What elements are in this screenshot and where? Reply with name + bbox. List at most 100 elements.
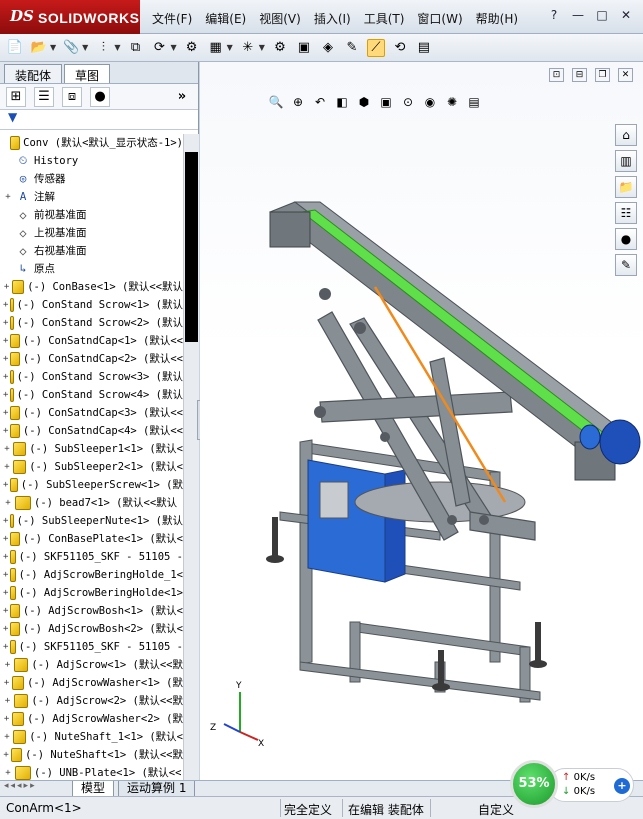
feature-manager-icon[interactable]: ⊞ [6,86,26,107]
menu-insert[interactable]: 插入(I) [314,10,351,27]
menu-edit[interactable]: 编辑(E) [205,10,246,27]
graphics-area[interactable]: Y X Z ⊡ ⊟ ❐ ✕ 🔍 ⊕ ↶ ◧ ⬢ ▣ ⊙ ◉ ✺ ▤ ⌂ ▥ 📁 … [200,62,643,780]
smart-fastener-icon[interactable]: ⚙ [183,39,201,57]
configuration-manager-icon[interactable]: ⧈ [62,86,82,107]
tree-item-component[interactable]: + (-) SubSleeper2<1> (默认< [0,458,183,476]
expand-toggle-icon[interactable]: + [3,404,8,422]
tab-assembly[interactable]: 装配体 [4,64,63,83]
tree-item-component[interactable]: + (-) ConStand Scrow<2> (默认 [0,314,183,332]
tree-item-component[interactable]: + (-) SubSleeperNute<1> (默认 [0,512,183,530]
tree-item-component[interactable]: + (-) AdjScrow<1> (默认<<默 [0,656,183,674]
more-chevron-icon[interactable]: » [172,87,192,107]
tree-item-component[interactable]: + (-) UNB-Plate<1> (默认<< [0,764,183,780]
tab-model[interactable]: 模型 [72,781,115,797]
expand-toggle-icon[interactable]: + [3,512,8,530]
expand-toggle-icon[interactable]: + [3,728,11,746]
expand-toggle-icon[interactable]: + [3,746,9,764]
close-button[interactable]: ✕ [617,8,635,24]
explode-icon[interactable]: ✳ [239,39,257,57]
tree-item-component[interactable]: + (-) ConBase<1> (默认<<默认 [0,278,183,296]
tree-item-component[interactable]: + (-) SubSleeperScrew<1> (默 [0,476,183,494]
hide-show-items-icon[interactable]: ⊙ [400,94,416,110]
rebuild-icon[interactable]: ⟲ [391,39,409,57]
network-monitor-widget[interactable]: 53% ↑ 0K/s ↓ 0K/s + [510,760,636,808]
tree-item-component[interactable]: + (-) SKF51105_SKF - 51105 - [0,638,183,656]
apply-scene-icon[interactable]: ✺ [444,94,460,110]
file-explorer-icon[interactable]: 📁 [615,176,637,198]
paperclip-icon[interactable]: 📎 [62,39,80,57]
tree-item-component[interactable]: + (-) NuteShaft_1<1> (默认< [0,728,183,746]
tree-item-component[interactable]: + (-) ConStand Scrow<4> (默认 [0,386,183,404]
instant3d-icon[interactable]: ⟋ [366,38,385,57]
expand-toggle-icon[interactable]: + [3,584,8,602]
tree-item-component[interactable]: + (-) ConSatndCap<3> (默认<< [0,404,183,422]
expand-toggle-icon[interactable]: + [3,692,12,710]
display-style-icon[interactable]: ▣ [378,94,394,110]
property-manager-icon[interactable]: ☰ [34,86,54,107]
tree-item-component[interactable]: + (-) SubSleeper1<1> (默认< [0,440,183,458]
tree-item-component[interactable]: + (-) ConSatndCap<2> (默认<< [0,350,183,368]
tree-item[interactable]: ⏲ History [0,152,183,170]
tree-scrollbar[interactable] [183,134,199,780]
tree-item[interactable]: ↳ 原点 [0,260,183,278]
move-component-icon[interactable]: ⟳ [150,39,168,57]
view-palette-icon[interactable]: ☷ [615,202,637,224]
expand-toggle-icon[interactable]: + [3,458,11,476]
expand-toggle-icon[interactable]: + [3,368,8,386]
tree-item-component[interactable]: + (-) AdjScrowBeringHolde<1> [0,584,183,602]
tree-item[interactable]: + A 注解 [0,188,183,206]
appearance-icon[interactable]: ● [90,86,110,107]
expand-toggle-icon[interactable]: + [3,674,10,692]
tab-scroll-arrows-icon[interactable]: ◂◂◂▸▸ [4,781,37,791]
new-document-icon[interactable]: 📄 [6,39,24,57]
expand-toggle-icon[interactable]: + [3,296,8,314]
expand-toggle-icon[interactable]: + [3,188,13,206]
tree-item-component[interactable]: + (-) AdjScrowBeringHolde_1< [0,566,183,584]
tree-item-component[interactable]: + (-) ConStand Scrow<1> (默认 [0,296,183,314]
viewport-split-icon[interactable]: ⊡ [549,68,564,82]
expand-toggle-icon[interactable]: + [3,278,10,296]
tree-item-component[interactable]: + (-) AdjScrowBosh<2> (默认< [0,620,183,638]
expand-toggle-icon[interactable]: + [3,440,11,458]
expand-toggle-icon[interactable]: + [3,332,8,350]
tree-item-component[interactable]: + (-) bead7<1> (默认<<默认 [0,494,183,512]
tab-motion-study[interactable]: 运动算例 1 [118,781,196,797]
expand-toggle-icon[interactable]: + [3,494,13,512]
tree-item-component[interactable]: + (-) NuteShaft<1> (默认<<默 [0,746,183,764]
zoom-to-area-icon[interactable]: ⊕ [290,94,306,110]
sketch-icon[interactable]: ✎ [343,39,361,57]
edit-appearance-icon[interactable]: ◉ [422,94,438,110]
plus-icon[interactable]: + [614,778,630,794]
view-settings-icon[interactable]: ▤ [466,94,482,110]
tree-item-component[interactable]: + (-) AdjScrow<2> (默认<<默 [0,692,183,710]
reference-geometry-icon[interactable]: ◈ [319,39,337,57]
open-folder-icon[interactable]: 📂 [30,39,48,57]
tree-item-component[interactable]: + (-) AdjScrowWasher<1> (默 [0,674,183,692]
insert-component-icon[interactable]: ⧉ [126,39,144,57]
tree-root[interactable]: Conv (默认<默认_显示状态-1>) [0,134,183,152]
help-icon[interactable]: ? [545,8,563,24]
conveyor-assembly-model[interactable]: Y X Z [200,62,643,780]
expand-toggle-icon[interactable]: + [3,638,8,656]
tree-item-component[interactable]: + (-) AdjScrowWasher<2> (默 [0,710,183,728]
appearances-icon[interactable]: ● [615,228,637,250]
expand-toggle-icon[interactable]: + [3,350,8,368]
expand-toggle-icon[interactable]: + [3,602,8,620]
expand-toggle-icon[interactable]: + [3,764,13,780]
viewport-restore-icon[interactable]: ❐ [595,68,610,82]
expand-toggle-icon[interactable]: + [3,386,8,404]
home-icon[interactable]: ⌂ [615,124,637,146]
mate-icon[interactable]: ⫶ [94,39,112,57]
tree-item-component[interactable]: + (-) ConBasePlate<1> (默认< [0,530,183,548]
tree-item-component[interactable]: + (-) ConSatndCap<1> (默认<< [0,332,183,350]
tree-item[interactable]: ◎ 传感器 [0,170,183,188]
menu-tools[interactable]: 工具(T) [364,10,405,27]
expand-toggle-icon[interactable]: + [3,566,8,584]
tree-item-component[interactable]: + (-) AdjScrowBosh<1> (默认< [0,602,183,620]
view-orientation-icon[interactable]: ⬢ [356,94,372,110]
section-view-icon[interactable]: ◧ [334,94,350,110]
tree-item[interactable]: ◇ 前视基准面 [0,206,183,224]
filter-icon[interactable]: ▼ [0,110,198,130]
expand-toggle-icon[interactable]: + [3,620,8,638]
minimize-button[interactable]: — [569,8,587,24]
